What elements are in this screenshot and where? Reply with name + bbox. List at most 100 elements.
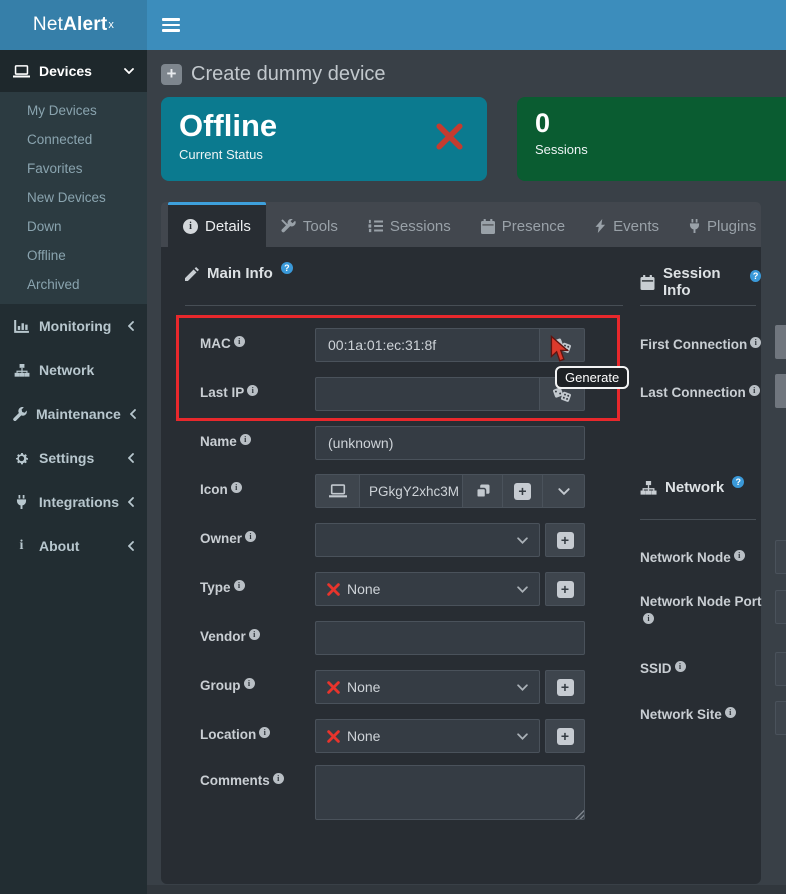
add-group-button[interactable]: + [545, 670, 585, 704]
sidebar-item-integrations[interactable]: Integrations [0, 480, 147, 524]
session-info-header: Session Info ? [640, 265, 761, 299]
info-circle-icon[interactable]: i [234, 580, 245, 591]
divider [640, 519, 756, 520]
current-status-card[interactable]: Offline Current Status [161, 97, 487, 181]
page-title: Create dummy device [191, 63, 386, 86]
laptop-icon [329, 484, 347, 498]
icon-preview-button[interactable] [315, 474, 360, 508]
question-circle-icon[interactable]: ? [732, 476, 744, 488]
info-circle-icon[interactable]: i [750, 337, 761, 348]
plus-square-icon: + [557, 581, 574, 598]
footer-strip [147, 885, 786, 894]
tab-presence[interactable]: Presence [466, 202, 580, 247]
plus-square-icon: + [557, 728, 574, 745]
sidebar-item-connected[interactable]: Connected [0, 125, 147, 154]
tab-label: Details [205, 218, 251, 235]
info-circle-icon[interactable]: i [675, 661, 686, 672]
generate-mac-button[interactable] [540, 328, 585, 362]
vendor-input[interactable] [315, 621, 585, 655]
tab-sessions[interactable]: Sessions [353, 202, 466, 247]
brand-logo[interactable]: NetAlertx [0, 0, 147, 50]
comments-row: Commentsi [200, 765, 624, 820]
info-circle-icon[interactable]: i [725, 707, 736, 718]
last-ip-input[interactable] [315, 377, 540, 411]
bolt-icon [595, 219, 606, 233]
icon-dropdown-button[interactable] [543, 474, 585, 508]
sidebar-item-archived[interactable]: Archived [0, 270, 147, 299]
chevron-left-icon [128, 541, 134, 551]
info-circle-icon[interactable]: i [240, 434, 251, 445]
sidebar-item-offline[interactable]: Offline [0, 241, 147, 270]
tab-label: Sessions [390, 218, 451, 235]
network-site-input[interactable] [775, 701, 786, 735]
question-circle-icon[interactable]: ? [750, 270, 761, 282]
brand-sup: x [108, 19, 114, 31]
menu-label: Maintenance [36, 406, 121, 422]
first-connection-input[interactable] [775, 325, 786, 359]
question-circle-icon[interactable]: ? [281, 262, 293, 274]
sidebar-item-my-devices[interactable]: My Devices [0, 96, 147, 125]
sessions-label: Sessions [535, 142, 768, 157]
status-value: Offline [179, 108, 469, 144]
network-node-port-input[interactable] [775, 590, 786, 624]
copy-icon-button[interactable] [463, 474, 503, 508]
plus-square-icon: + [557, 532, 574, 549]
sidebar-item-about[interactable]: i About [0, 524, 147, 568]
sidebar-item-new-devices[interactable]: New Devices [0, 183, 147, 212]
details-panel: Main Info ? MACi Last IPi [161, 247, 761, 884]
info-circle-icon: i [183, 219, 198, 234]
info-circle-icon[interactable]: i [245, 531, 256, 542]
info-circle-icon[interactable]: i [734, 550, 745, 561]
location-select[interactable]: None [315, 719, 540, 753]
group-select-value: None [347, 679, 380, 695]
group-label: Groupi [200, 670, 315, 693]
network-node-select[interactable] [775, 540, 786, 574]
info-circle-icon[interactable]: i [231, 482, 242, 493]
add-owner-button[interactable]: + [545, 523, 585, 557]
sidebar-item-monitoring[interactable]: Monitoring [0, 304, 147, 348]
add-icon-button[interactable]: + [503, 474, 543, 508]
sidebar-item-maintenance[interactable]: Maintenance [0, 392, 147, 436]
sidebar-item-devices[interactable]: Devices [0, 50, 147, 92]
tab-events[interactable]: Events [580, 202, 674, 247]
info-circle-icon[interactable]: i [643, 613, 654, 624]
info-circle-icon[interactable]: i [234, 336, 245, 347]
type-select[interactable]: None [315, 572, 540, 606]
add-type-button[interactable]: + [545, 572, 585, 606]
group-select[interactable]: None [315, 670, 540, 704]
plus-square-icon: + [557, 679, 574, 696]
info-circle-icon[interactable]: i [273, 773, 284, 784]
location-row: Locationi None + [200, 719, 624, 753]
device-tabs: i Details Tools Sessions Presence Even [161, 202, 761, 247]
tab-details[interactable]: i Details [168, 202, 266, 247]
info-circle-icon[interactable]: i [249, 629, 260, 640]
name-input[interactable] [315, 426, 585, 460]
info-circle-icon[interactable]: i [247, 385, 258, 396]
owner-select[interactable] [315, 523, 540, 557]
plug-icon [689, 219, 700, 233]
ssid-input[interactable] [775, 652, 786, 686]
tools-icon [281, 219, 296, 234]
sidebar-item-down[interactable]: Down [0, 212, 147, 241]
sidebar-item-favorites[interactable]: Favorites [0, 154, 147, 183]
sidebar-item-network[interactable]: Network [0, 348, 147, 392]
mac-input[interactable] [315, 328, 540, 362]
info-circle-icon[interactable]: i [749, 385, 760, 396]
icon-select[interactable]: PGkgY2xhc3M [360, 474, 463, 508]
chevron-down-icon [124, 68, 134, 74]
info-circle-icon[interactable]: i [244, 678, 255, 689]
info-circle-icon[interactable]: i [259, 727, 270, 738]
devices-submenu: My Devices Connected Favorites New Devic… [0, 92, 147, 304]
last-connection-input[interactable] [775, 374, 786, 408]
tab-plugins[interactable]: Plugins [674, 202, 771, 247]
network-header: Network ? [640, 479, 744, 496]
hamburger-icon[interactable] [162, 15, 180, 35]
chevron-left-icon [128, 453, 134, 463]
sidebar-item-settings[interactable]: Settings [0, 436, 147, 480]
name-row: Namei [200, 426, 624, 460]
tab-tools[interactable]: Tools [266, 202, 353, 247]
comments-textarea[interactable] [315, 765, 585, 820]
add-location-button[interactable]: + [545, 719, 585, 753]
location-label: Locationi [200, 719, 315, 742]
sessions-card[interactable]: 0 Sessions [517, 97, 786, 181]
